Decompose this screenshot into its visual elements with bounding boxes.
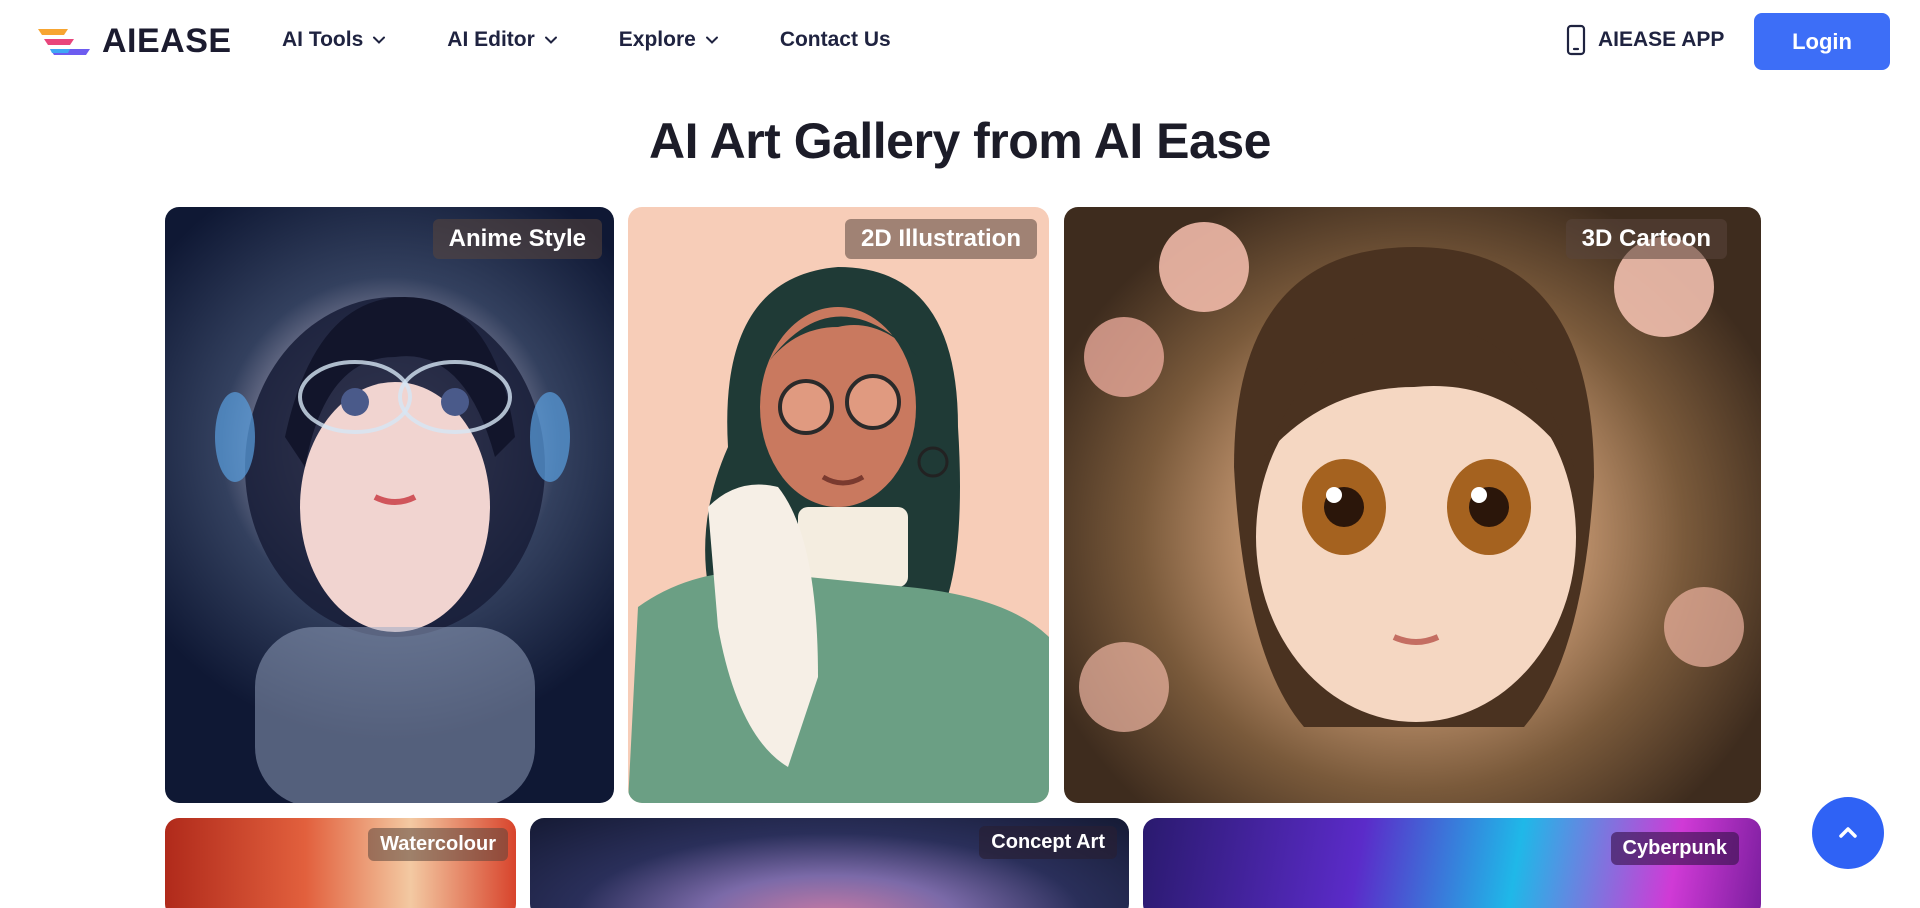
anime-style-artwork (215, 297, 570, 803)
brand-logo[interactable]: AIEASE (34, 22, 232, 61)
gallery-card-label: Anime Style (432, 219, 602, 259)
2d-illustration-artwork (628, 267, 1049, 803)
3d-cartoon-artwork (1079, 222, 1744, 732)
gallery-card-concept-art[interactable]: Concept Art (530, 818, 1129, 908)
gallery-card-label: Concept Art (979, 826, 1117, 859)
gallery-card-label: Watercolour (368, 828, 508, 861)
nav-contact-us[interactable]: Contact Us (780, 28, 891, 52)
app-link-label: AIEASE APP (1598, 28, 1725, 51)
nav-explore-label: Explore (618, 28, 696, 51)
chevron-up-icon (1839, 827, 1857, 838)
app-download-link[interactable]: AIEASE APP (1566, 24, 1724, 56)
gallery-card-2d-illustration[interactable]: 2D Illustration (628, 207, 1049, 803)
chevron-down-icon (544, 36, 557, 44)
nav-ai-editor[interactable]: AI Editor (447, 28, 559, 52)
gallery-card-3d-cartoon[interactable]: 3D Cartoon (1064, 207, 1761, 803)
page-title: AI Art Gallery from AI Ease (649, 113, 1271, 169)
chevron-down-icon (705, 36, 718, 44)
nav-ai-tools[interactable]: AI Tools (282, 28, 387, 52)
brand-name: AIEASE (102, 22, 232, 60)
aiease-logo-icon (38, 28, 90, 55)
nav-ai-tools-label: AI Tools (282, 28, 364, 51)
nav-ai-editor-label: AI Editor (447, 28, 535, 51)
gallery-card-watercolour[interactable]: Watercolour (165, 818, 516, 908)
smartphone-icon (1566, 24, 1586, 56)
nav-contact-us-label: Contact Us (779, 28, 891, 51)
main-nav: AI Tools AI Editor Explore Contact Us (282, 28, 951, 52)
gallery-card-cyberpunk[interactable]: Cyberpunk (1143, 818, 1761, 908)
nav-explore[interactable]: Explore (619, 28, 720, 52)
login-button[interactable]: Login (1754, 13, 1890, 70)
scroll-to-top-button[interactable] (1812, 797, 1884, 869)
chevron-down-icon (373, 36, 386, 44)
gallery-card-label: Cyberpunk (1610, 832, 1739, 865)
site-header: AIEASE AI Tools AI Editor Explore Contac… (0, 0, 1920, 84)
gallery-card-label: 3D Cartoon (1565, 219, 1727, 259)
gallery-card-anime-style[interactable]: Anime Style (165, 207, 614, 803)
gallery-card-label: 2D Illustration (844, 219, 1037, 259)
